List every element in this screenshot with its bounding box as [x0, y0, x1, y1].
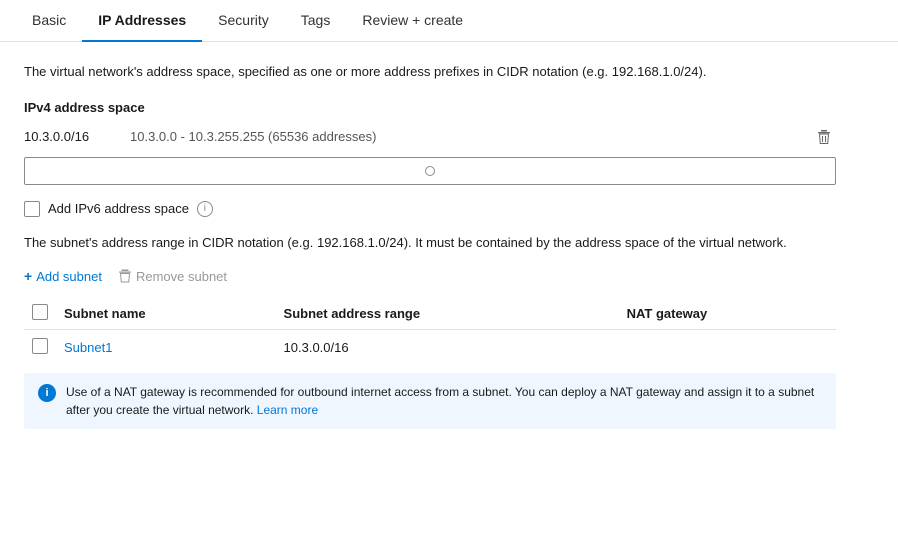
slider-thumb: [425, 166, 435, 176]
tab-security[interactable]: Security: [202, 0, 285, 42]
subnet-nat-gateway-cell: [619, 330, 836, 366]
address-slider-container: [24, 157, 836, 185]
tab-basic[interactable]: Basic: [16, 0, 82, 42]
col-subnet-address-range: Subnet address range: [276, 298, 619, 330]
ipv6-label: Add IPv6 address space: [48, 201, 189, 216]
remove-subnet-button[interactable]: Remove subnet: [118, 269, 227, 284]
plus-icon: +: [24, 268, 32, 284]
row-checkbox[interactable]: [32, 338, 48, 354]
remove-subnet-icon: [118, 269, 132, 283]
address-value: 10.3.0.0/16: [24, 129, 114, 144]
main-content: The virtual network's address space, spe…: [0, 42, 860, 449]
subnet-name-cell[interactable]: Subnet1: [56, 330, 276, 366]
info-text: Use of a NAT gateway is recommended for …: [66, 385, 814, 417]
info-circle-icon: i: [38, 384, 56, 402]
delete-address-button[interactable]: [812, 125, 836, 149]
col-checkbox: [24, 298, 56, 330]
address-slider[interactable]: [24, 157, 836, 185]
tab-review-create[interactable]: Review + create: [346, 0, 479, 42]
subnet-actions: + Add subnet Remove subnet: [24, 268, 836, 284]
ipv4-section-title: IPv4 address space: [24, 100, 836, 115]
learn-more-link[interactable]: Learn more: [257, 403, 318, 417]
subnet-table: Subnet name Subnet address range NAT gat…: [24, 298, 836, 365]
remove-subnet-label: Remove subnet: [136, 269, 227, 284]
table-row: Subnet1 10.3.0.0/16: [24, 330, 836, 366]
table-header-checkbox[interactable]: [32, 304, 48, 320]
row-checkbox-cell: [24, 330, 56, 366]
subnet-description: The subnet's address range in CIDR notat…: [24, 233, 836, 253]
ipv6-checkbox-row: Add IPv6 address space i: [24, 201, 836, 217]
tab-ip-addresses[interactable]: IP Addresses: [82, 0, 202, 42]
table-header-row: Subnet name Subnet address range NAT gat…: [24, 298, 836, 330]
ipv6-checkbox[interactable]: [24, 201, 40, 217]
address-range: 10.3.0.0 - 10.3.255.255 (65536 addresses…: [130, 129, 796, 144]
info-box: i Use of a NAT gateway is recommended fo…: [24, 373, 836, 429]
subnet-address-range-cell: 10.3.0.0/16: [276, 330, 619, 366]
address-row: 10.3.0.0/16 10.3.0.0 - 10.3.255.255 (655…: [24, 125, 836, 149]
info-box-text: Use of a NAT gateway is recommended for …: [66, 383, 822, 419]
col-nat-gateway: NAT gateway: [619, 298, 836, 330]
add-subnet-button[interactable]: + Add subnet: [24, 268, 102, 284]
address-space-description: The virtual network's address space, spe…: [24, 62, 836, 82]
ipv6-info-icon[interactable]: i: [197, 201, 213, 217]
tab-bar: Basic IP Addresses Security Tags Review …: [0, 0, 898, 42]
tab-tags[interactable]: Tags: [285, 0, 347, 42]
add-subnet-label: Add subnet: [36, 269, 102, 284]
col-subnet-name: Subnet name: [56, 298, 276, 330]
